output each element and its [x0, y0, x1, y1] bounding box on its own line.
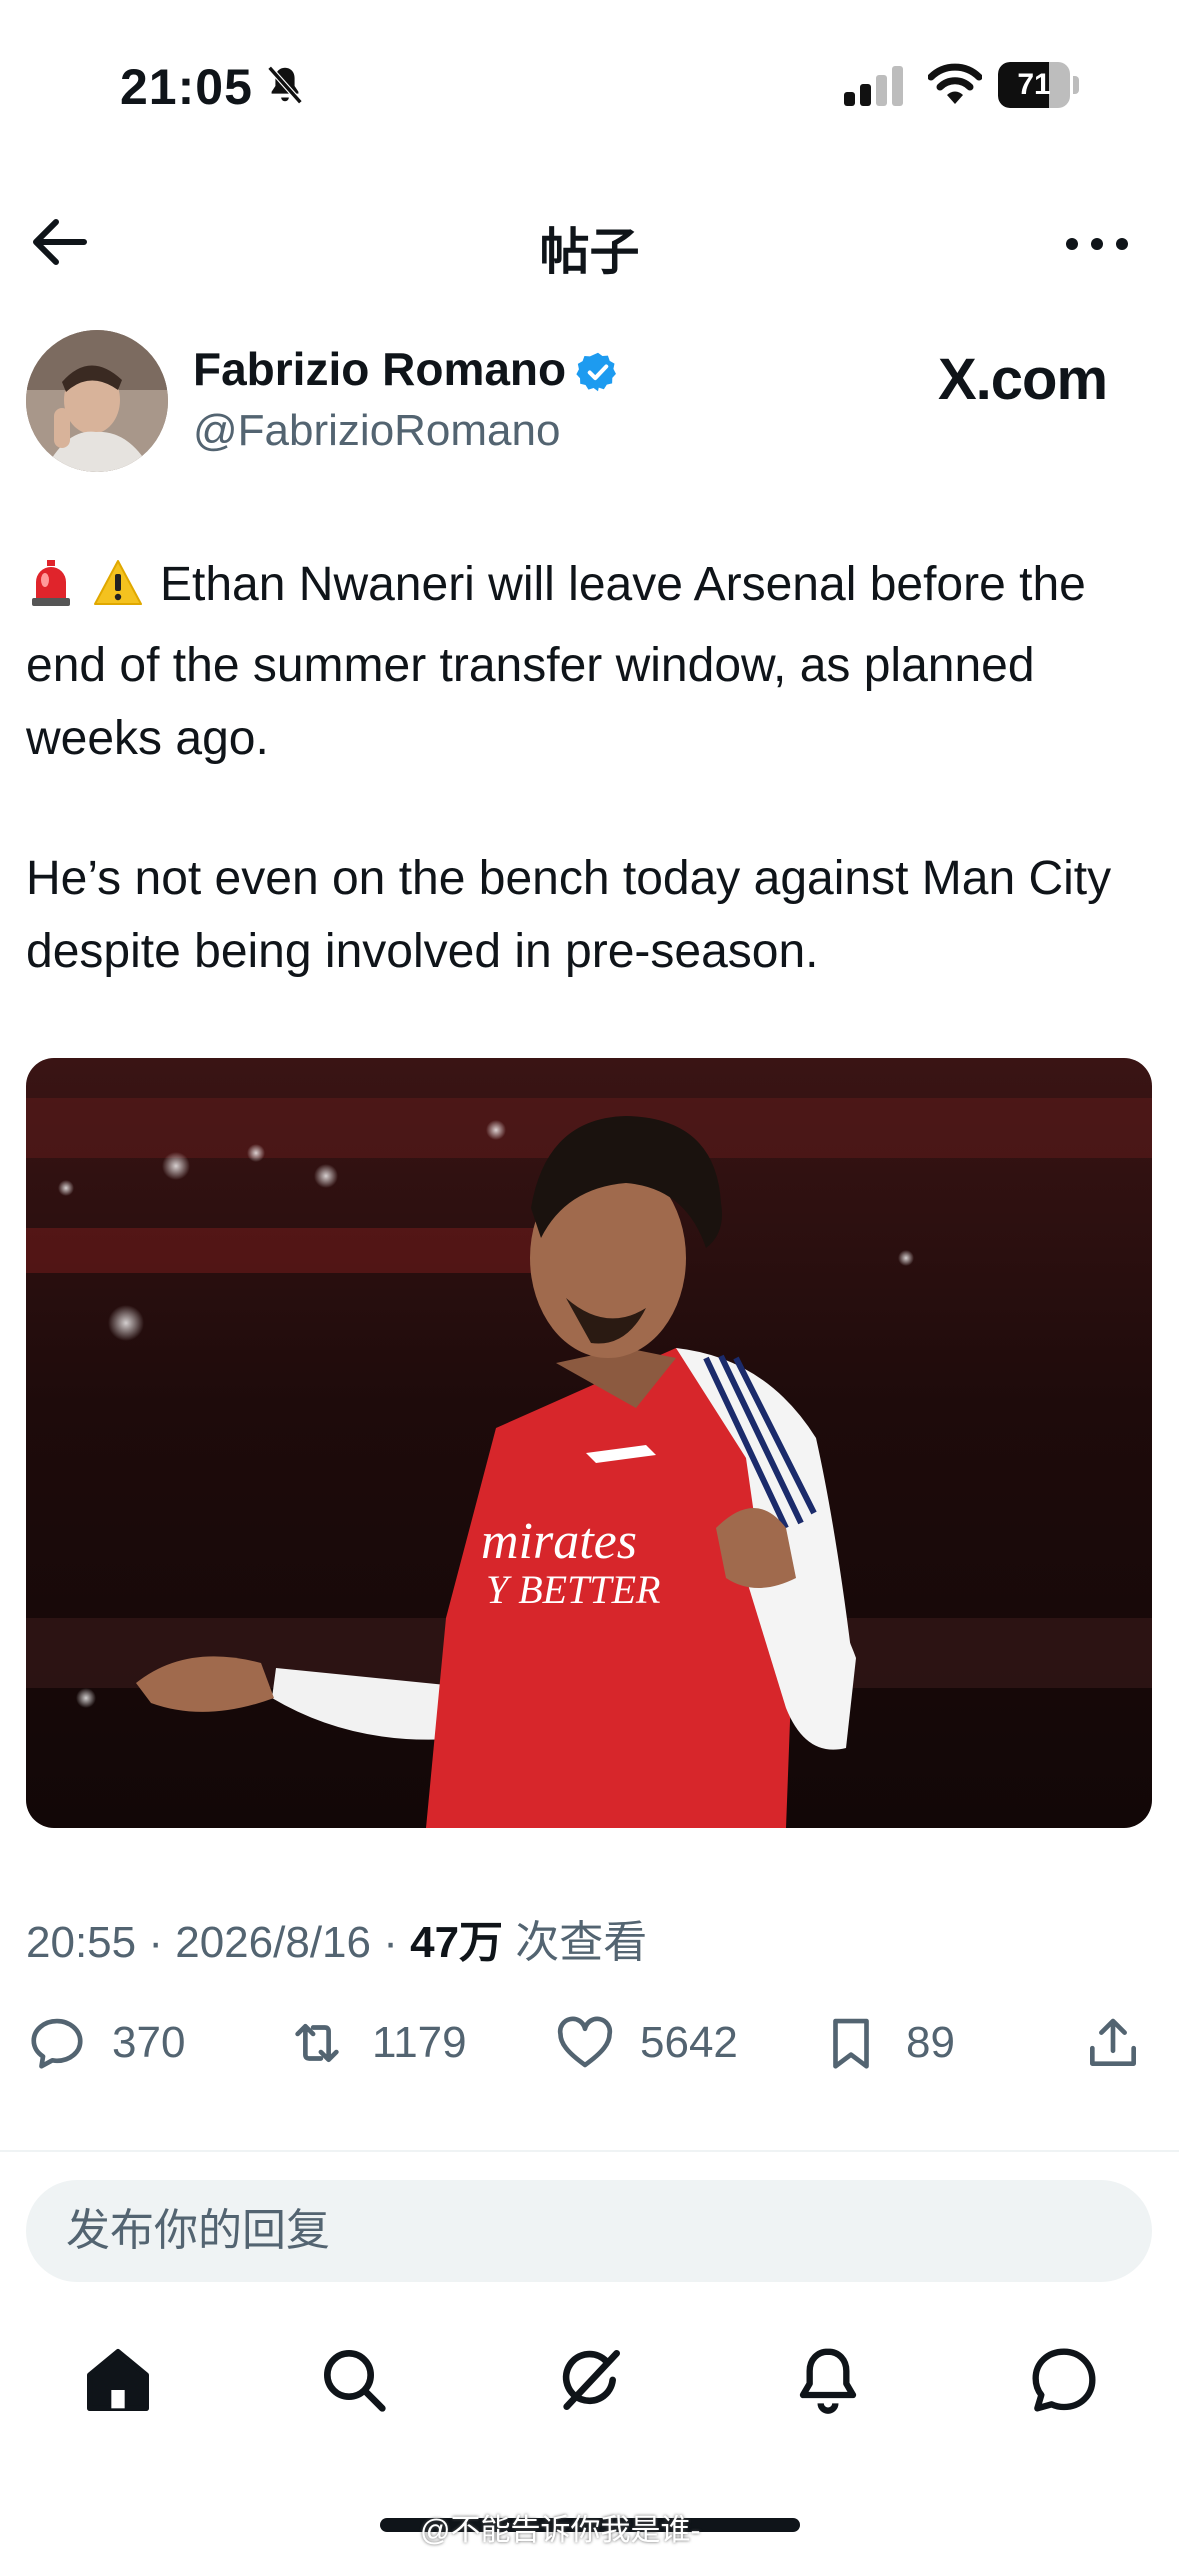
post-paragraph-2: He’s not even on the bench today against…: [26, 852, 1112, 978]
meta-separator-1: ·: [148, 1918, 163, 1967]
jersey-text-sponsor: mirates: [481, 1513, 637, 1570]
divider: [0, 2150, 1179, 2152]
jersey-text-slogan: Y BETTER: [486, 1567, 660, 1612]
notifications-icon[interactable]: [788, 2340, 868, 2420]
post-time: 20:55: [26, 1918, 137, 1967]
view-count: 47万: [410, 1918, 504, 1967]
views-label: 次查看: [515, 1918, 648, 1967]
avatar[interactable]: [26, 330, 168, 472]
post-paragraph-1: Ethan Nwaneri will leave Arsenal before …: [26, 548, 1156, 775]
home-icon[interactable]: [78, 2340, 158, 2420]
wifi-icon: [927, 62, 983, 106]
like-button[interactable]: 5642: [554, 2008, 738, 2078]
bookmark-count: 89: [906, 2018, 955, 2067]
like-count: 5642: [640, 2018, 738, 2067]
reply-icon: [31, 2018, 83, 2069]
search-icon[interactable]: [314, 2340, 394, 2420]
cellular-signal-icon: [844, 64, 906, 106]
post-text-1: Ethan Nwaneri will leave Arsenal before …: [26, 558, 1086, 765]
bell-off-icon: [262, 62, 308, 108]
battery-percent: 71: [1017, 68, 1051, 101]
share-icon: [1090, 2018, 1136, 2066]
status-time: 21:05: [120, 59, 253, 115]
heart-icon: [557, 2016, 613, 2068]
rotating-light-emoji: [26, 556, 76, 629]
bookmark-icon: [833, 2018, 869, 2069]
retweet-icon: [295, 2023, 339, 2063]
post-date: 2026/8/16: [175, 1918, 371, 1967]
warning-emoji: [90, 556, 146, 629]
more-horizontal-icon[interactable]: [1062, 214, 1132, 274]
bookmark-button[interactable]: 89: [820, 2008, 955, 2078]
post-image[interactable]: mirates Y BETTER: [26, 1058, 1152, 1828]
grok-icon[interactable]: [550, 2340, 630, 2420]
meta-separator-2: ·: [383, 1918, 398, 1967]
x-com-watermark: X.com: [938, 347, 1108, 412]
post-meta: 20:55 · 2026/8/16 · 47万 次查看: [26, 1906, 647, 1970]
reply-placeholder: 发布你的回复: [66, 2206, 330, 2255]
author-handle[interactable]: @FabrizioRomano: [193, 406, 560, 456]
reply-input[interactable]: 发布你的回复: [26, 2180, 1152, 2282]
retweet-count: 1179: [372, 2018, 467, 2067]
reply-count: 370: [112, 2018, 186, 2067]
reply-button[interactable]: 370: [26, 2008, 185, 2078]
page-title: 帖子: [539, 224, 640, 280]
verified-badge-icon: [576, 350, 620, 394]
author-name[interactable]: Fabrizio Romano: [193, 342, 566, 396]
messages-icon[interactable]: [1024, 2340, 1104, 2420]
share-button[interactable]: [1082, 2008, 1144, 2078]
retweet-button[interactable]: 1179: [286, 2008, 467, 2078]
watermark-text: @不能告诉你我是谁-: [420, 2514, 701, 2547]
battery-icon: 71: [998, 62, 1080, 108]
